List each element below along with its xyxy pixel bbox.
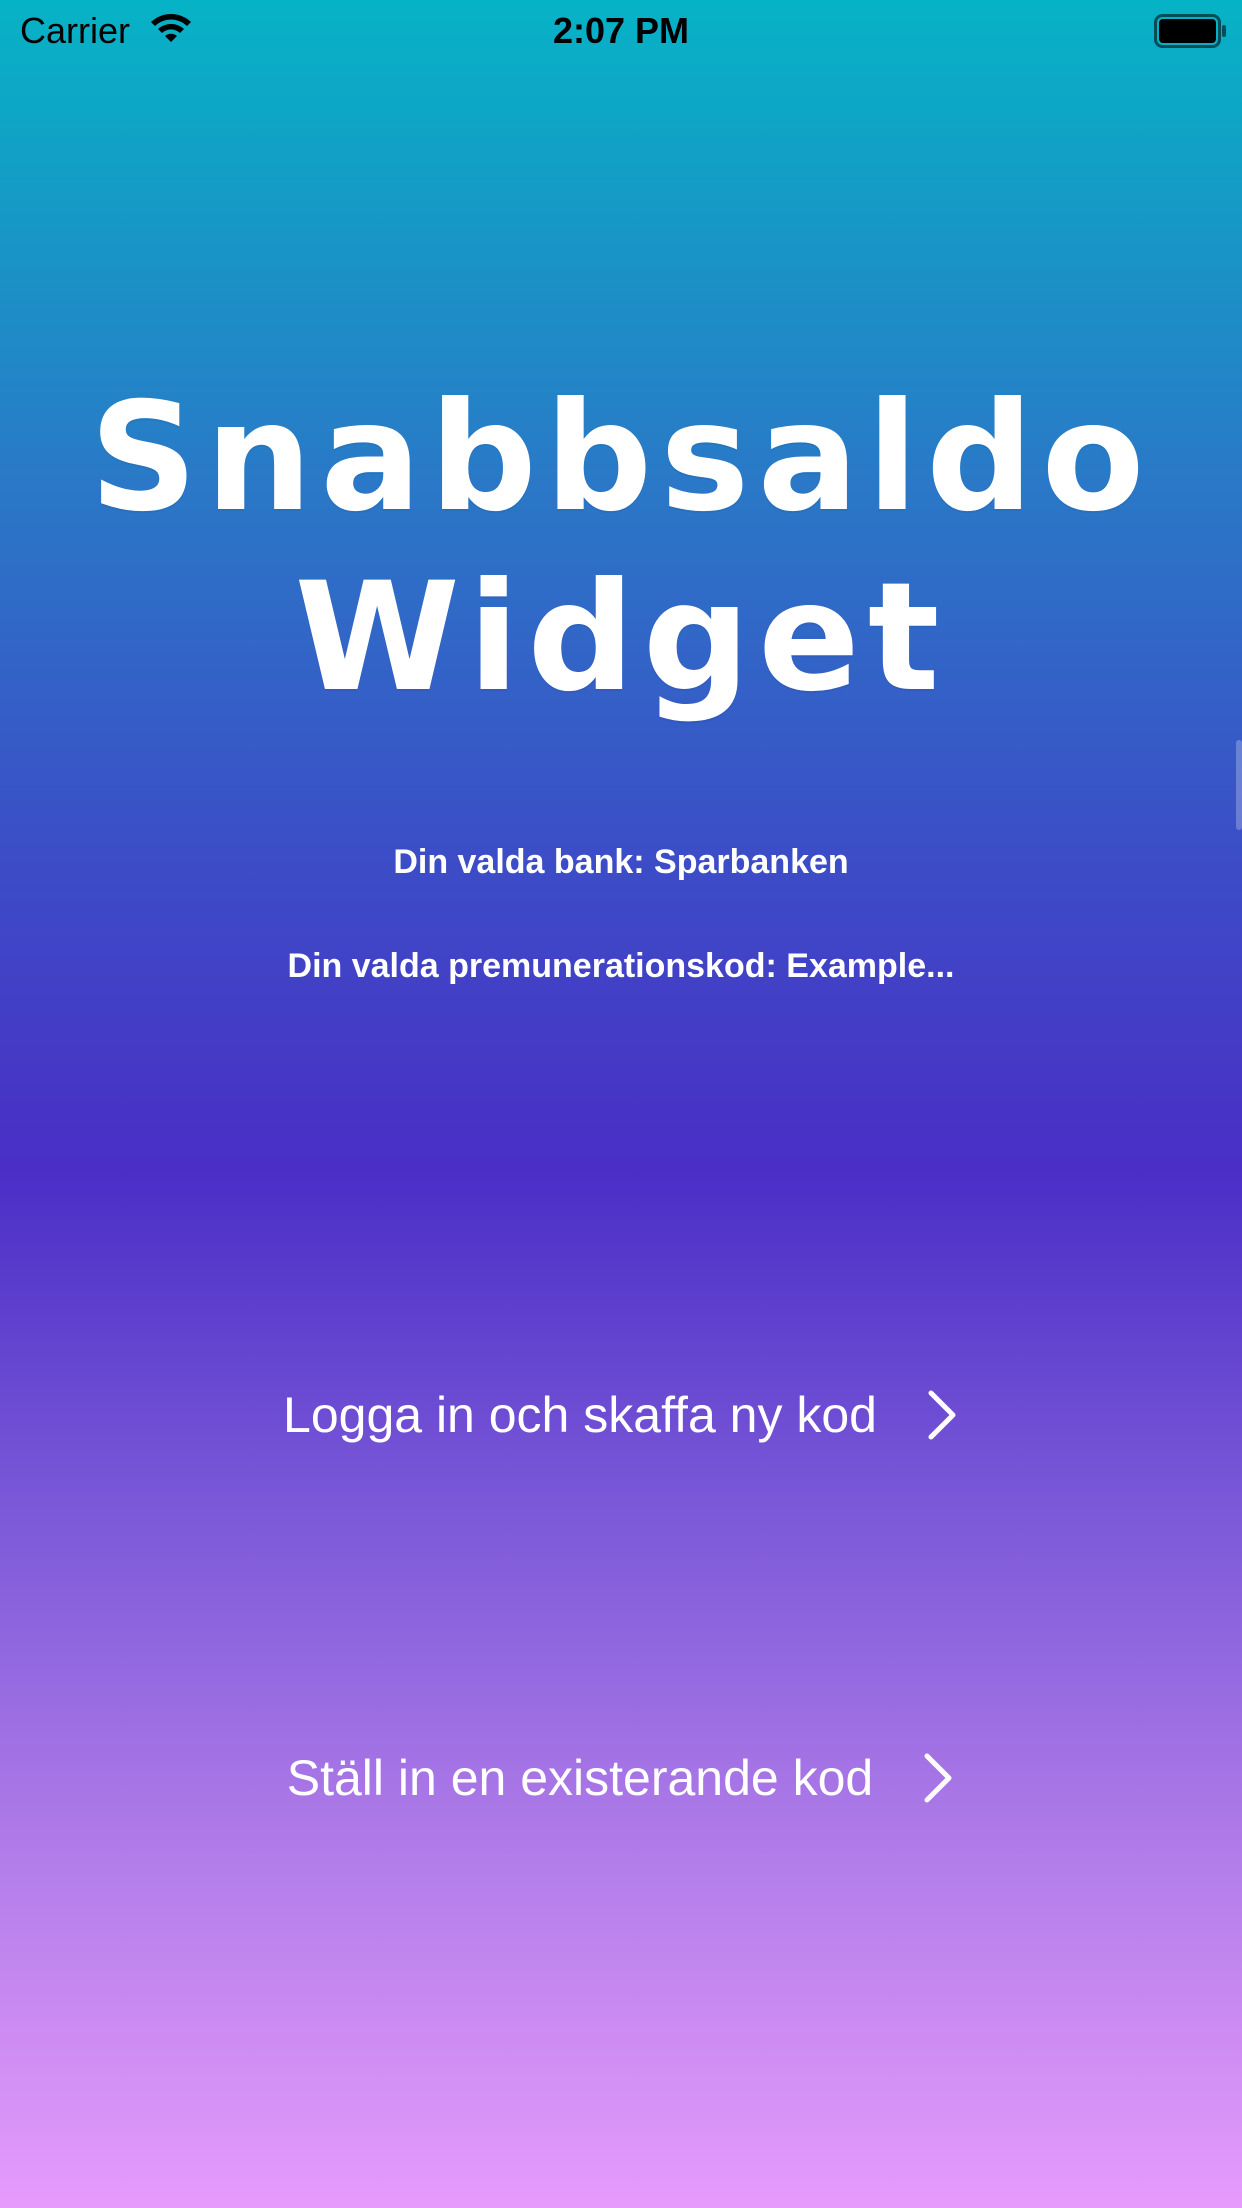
scroll-indicator bbox=[1236, 740, 1242, 830]
app-screen: Carrier 2:07 PM Snabbsaldo Widget Din va… bbox=[0, 0, 1242, 2208]
battery-icon bbox=[1154, 14, 1226, 48]
selected-bank-text: Din valda bank: Sparbanken bbox=[393, 843, 849, 881]
set-existing-code-button[interactable]: Ställ in en existerande kod bbox=[0, 1733, 1242, 1823]
login-new-code-label: Logga in och skaffa ny kod bbox=[283, 1387, 877, 1443]
status-time: 2:07 PM bbox=[552, 10, 690, 51]
chevron-right-icon bbox=[928, 1390, 956, 1440]
set-existing-code-label: Ställ in en existerande kod bbox=[286, 1750, 874, 1806]
status-bar: Carrier 2:07 PM bbox=[0, 0, 1242, 62]
app-title: Snabbsaldo Widget bbox=[0, 368, 1242, 728]
chevron-right-icon bbox=[924, 1753, 952, 1803]
app-title-line2: Widget bbox=[294, 551, 948, 725]
selected-code-text: Din valda premunerationskod: Example... bbox=[287, 947, 955, 985]
app-title-line1: Snabbsaldo bbox=[89, 371, 1153, 545]
login-new-code-button[interactable]: Logga in och skaffa ny kod bbox=[0, 1370, 1242, 1460]
